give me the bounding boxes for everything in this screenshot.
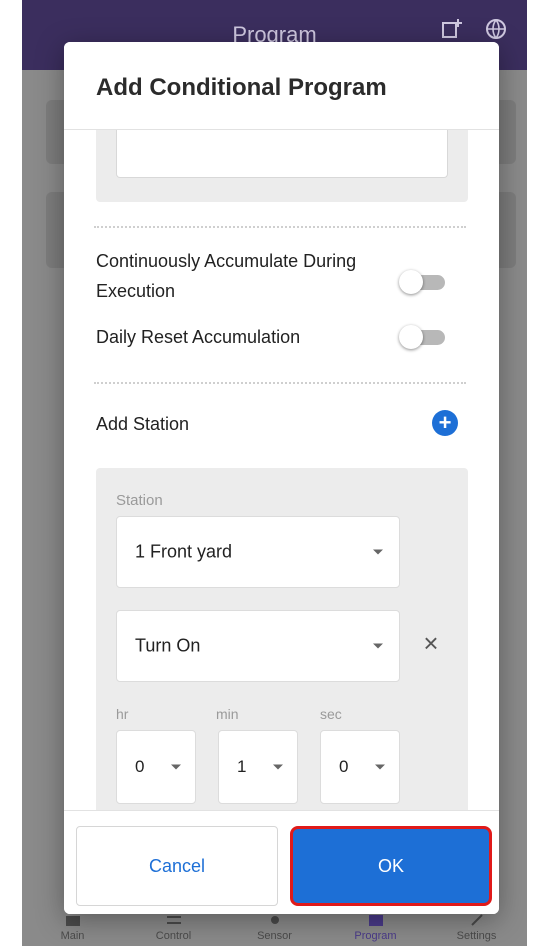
plus-circle-icon: + — [438, 410, 452, 435]
home-icon — [65, 916, 80, 926]
dialog-title: Add Conditional Program — [96, 74, 387, 101]
previous-input-field[interactable] — [116, 130, 448, 178]
control-icon — [166, 916, 181, 924]
settings-icon — [470, 914, 483, 926]
switch-thumb — [399, 270, 423, 294]
hr-select-value: 0 — [135, 757, 145, 776]
sec-label: sec — [320, 706, 342, 722]
add-chart-icon[interactable] — [439, 18, 465, 44]
continuous-accumulate-label: Continuously Accumulate During Execution — [96, 251, 357, 301]
previous-field-group — [96, 130, 468, 202]
daily-reset-toggle[interactable] — [399, 325, 447, 349]
daily-reset-label: Daily Reset Accumulation — [96, 327, 301, 347]
min-select[interactable]: 1 — [218, 730, 298, 804]
add-conditional-program-dialog: Add Conditional Program Continuously Acc… — [64, 42, 499, 914]
station-select[interactable]: 1 Front yard — [116, 516, 400, 588]
min-label: min — [216, 706, 239, 722]
sec-select-value: 0 — [339, 757, 349, 776]
dialog-body[interactable]: Continuously Accumulate During Execution… — [64, 130, 499, 850]
chevron-down-icon — [171, 764, 181, 770]
cancel-button[interactable]: Cancel — [76, 826, 278, 906]
program-icon — [368, 915, 383, 926]
switch-thumb — [399, 325, 423, 349]
chevron-down-icon — [375, 764, 385, 770]
nav-label: Settings — [456, 930, 497, 942]
chevron-down-icon — [373, 549, 383, 555]
station-select-value: 1 Front yard — [135, 541, 233, 562]
add-station-button[interactable]: + — [432, 410, 458, 436]
hr-select[interactable]: 0 — [116, 730, 196, 804]
continuous-accumulate-toggle[interactable] — [399, 270, 447, 294]
sec-select[interactable]: 0 — [320, 730, 400, 804]
nav-label: Main — [60, 930, 85, 942]
globe-icon[interactable] — [483, 18, 509, 44]
nav-label: Program — [354, 930, 397, 942]
divider — [94, 226, 466, 228]
add-station-label: Add Station — [96, 414, 190, 434]
dialog-footer: Cancel OK — [64, 810, 499, 914]
station-group: Station 1 Front yard Turn On × hr min se… — [96, 468, 468, 826]
action-select[interactable]: Turn On — [116, 610, 400, 682]
nav-label: Control — [155, 930, 192, 942]
nav-label: Sensor — [257, 930, 292, 942]
dialog-header: Add Conditional Program — [64, 42, 499, 130]
action-select-value: Turn On — [135, 635, 201, 656]
divider — [94, 382, 466, 384]
close-icon: × — [423, 628, 439, 658]
hr-label: hr — [116, 706, 129, 722]
ok-button[interactable]: OK — [290, 826, 492, 906]
min-select-value: 1 — [237, 757, 247, 776]
sensor-icon — [270, 916, 279, 924]
chevron-down-icon — [373, 643, 383, 649]
chevron-down-icon — [273, 764, 283, 770]
station-caption: Station — [116, 492, 163, 509]
remove-station-button[interactable]: × — [416, 628, 446, 658]
